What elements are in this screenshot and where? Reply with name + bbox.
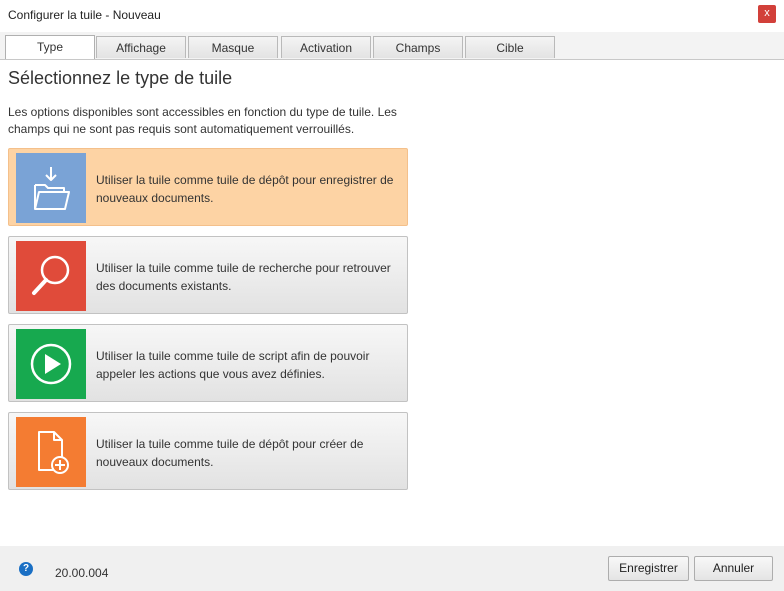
close-button[interactable]: x — [758, 5, 776, 23]
new-document-icon — [16, 417, 86, 487]
version-label: 20.00.004 — [55, 566, 109, 580]
tile-option-deposit-save[interactable]: Utiliser la tuile comme tuile de dépôt p… — [8, 148, 408, 226]
tab-champs[interactable]: Champs — [373, 36, 463, 58]
tab-type[interactable]: Type — [5, 35, 95, 59]
tile-option-script[interactable]: Utiliser la tuile comme tuile de script … — [8, 324, 408, 402]
tile-script-label: Utiliser la tuile comme tuile de script … — [96, 349, 370, 381]
tab-cible[interactable]: Cible — [465, 36, 555, 58]
tile-deposit-save-label: Utiliser la tuile comme tuile de dépôt p… — [96, 173, 394, 205]
dialog-window: Configurer la tuile - Nouveau x Type Aff… — [0, 0, 784, 591]
play-icon — [16, 329, 86, 399]
tile-deposit-create-label: Utiliser la tuile comme tuile de dépôt p… — [96, 437, 364, 469]
save-button[interactable]: Enregistrer — [608, 556, 689, 581]
tile-search-label: Utiliser la tuile comme tuile de recherc… — [96, 261, 391, 293]
main-content: Sélectionnez le type de tuile Les option… — [8, 66, 768, 138]
tab-masque[interactable]: Masque — [188, 36, 278, 58]
title-bar: Configurer la tuile - Nouveau x — [0, 0, 784, 30]
search-icon — [16, 241, 86, 311]
footer-bar: ? 20.00.004 Enregistrer Annuler — [0, 546, 784, 591]
tile-option-deposit-create[interactable]: Utiliser la tuile comme tuile de dépôt p… — [8, 412, 408, 490]
page-title: Sélectionnez le type de tuile — [8, 68, 233, 88]
tile-option-search[interactable]: Utiliser la tuile comme tuile de recherc… — [8, 236, 408, 314]
folder-download-icon — [16, 153, 86, 223]
tab-bar: Type Affichage Masque Activation Champs … — [0, 32, 784, 60]
cancel-button[interactable]: Annuler — [694, 556, 773, 581]
tab-affichage[interactable]: Affichage — [96, 36, 186, 58]
description-text: Les options disponibles sont accessibles… — [8, 105, 397, 136]
help-icon[interactable]: ? — [19, 562, 33, 576]
tab-activation[interactable]: Activation — [281, 36, 371, 58]
window-title: Configurer la tuile - Nouveau — [8, 8, 161, 22]
